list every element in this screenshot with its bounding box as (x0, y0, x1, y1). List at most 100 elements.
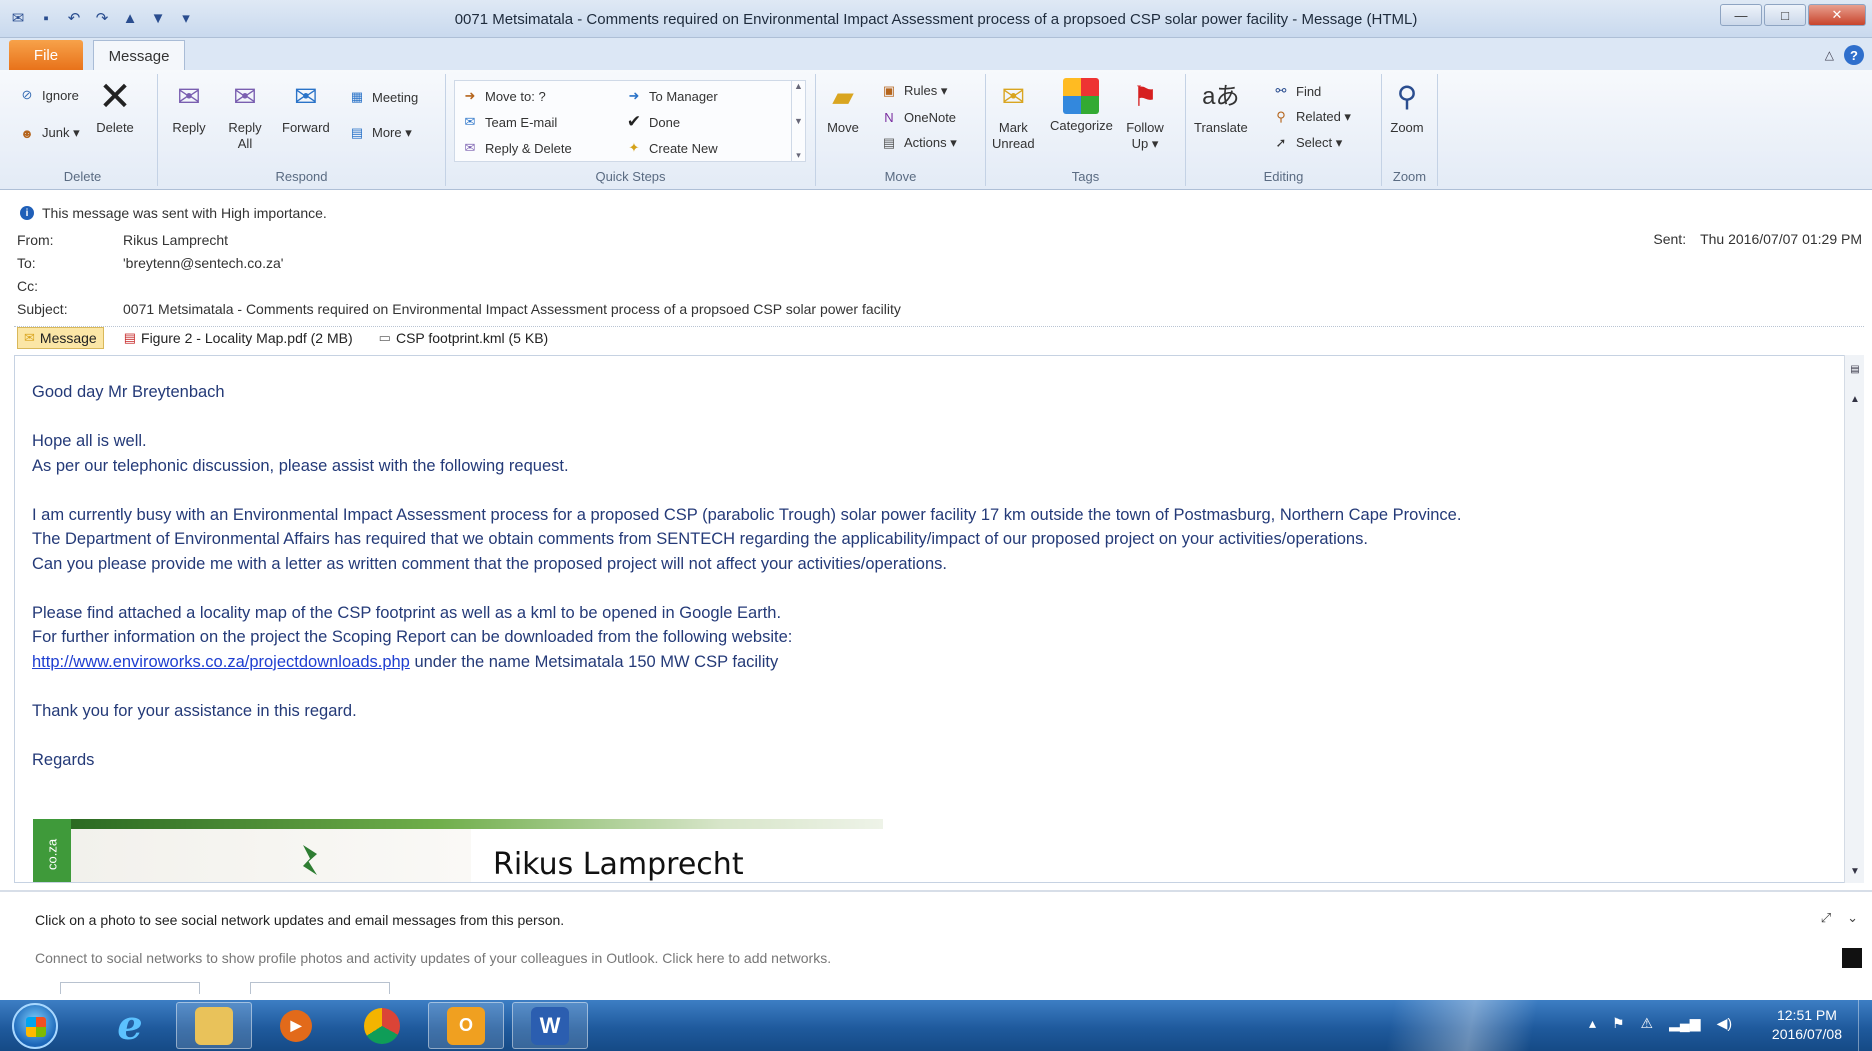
tab-file[interactable]: File (9, 40, 83, 70)
signature-name: Rikus Lamprecht (493, 847, 744, 882)
message-body[interactable]: Good day Mr Breytenbach Hope all is well… (14, 355, 1850, 883)
quick-step-done[interactable]: ✔ Done (625, 112, 680, 131)
doc-icon[interactable]: ▤ (1847, 361, 1863, 377)
more-respond-button[interactable]: ▤ More ▾ (348, 124, 412, 142)
chevron-down-icon[interactable]: ⌄ (1847, 910, 1858, 926)
regards-line: Regards (32, 750, 95, 769)
attachment-message[interactable]: ✉ Message (17, 327, 104, 349)
windows-logo-icon (26, 1017, 46, 1037)
signal-icon[interactable]: ▂▄▆ (1669, 1015, 1700, 1032)
internet-explorer-button[interactable]: e (92, 1002, 168, 1049)
find-button[interactable]: ⚯ Find (1272, 82, 1322, 100)
create-new-icon: ✦ (628, 140, 640, 155)
chrome-icon (364, 1007, 400, 1044)
pdf-icon: ▤ (123, 330, 137, 345)
quick-steps-group: ➜ Move to: ? ✉ Team E-mail ✉ Reply & Del… (446, 74, 816, 186)
quick-step-team-email[interactable]: ✉ Team E-mail (461, 113, 558, 131)
scroll-up-icon[interactable]: ▲ (794, 81, 803, 91)
explorer-button[interactable] (176, 1002, 252, 1049)
more-icon: ▤ (350, 125, 364, 140)
add-networks-link[interactable]: Connect to social networks to show profi… (35, 950, 831, 966)
team-email-icon: ✉ (464, 114, 476, 129)
word-icon: W (531, 1006, 569, 1045)
attachment-kml[interactable]: ▭ CSP footprint.kml (5 KB) (373, 328, 555, 348)
people-thumbnail[interactable] (1842, 948, 1862, 968)
quick-step-to-manager[interactable]: ➜ To Manager (625, 87, 718, 105)
related-button[interactable]: ⚲ Related ▾ (1272, 108, 1351, 126)
email-signature: co.za Rikus Lamprecht (33, 819, 883, 882)
window-controls: — □ ✕ (1720, 4, 1866, 26)
signature-background (71, 829, 471, 882)
delete-button[interactable]: ✕ Delete (96, 77, 134, 136)
link-line: http://www.enviroworks.co.za/projectdown… (32, 652, 779, 671)
quick-step-reply-delete[interactable]: ✉ Reply & Delete (461, 139, 572, 157)
people-tab[interactable] (60, 982, 200, 994)
rules-button[interactable]: ▣ Rules ▾ (880, 82, 948, 100)
people-tab[interactable] (250, 982, 390, 994)
clock-date: 2016/07/08 (1771, 1026, 1842, 1042)
group-label-delete: Delete (63, 169, 102, 184)
categorize-button[interactable]: Categorize (1050, 78, 1113, 134)
quick-steps-gallery: ➜ Move to: ? ✉ Team E-mail ✉ Reply & Del… (454, 80, 806, 162)
junk-button[interactable]: ☻ Junk ▾ (18, 124, 79, 142)
outlook-taskbar-button[interactable]: O (428, 1002, 504, 1049)
body-line: As per our telephonic discussion, please… (32, 456, 569, 475)
categorize-icon (1063, 78, 1100, 114)
group-label-zoom: Zoom (1392, 169, 1427, 184)
quick-steps-scroll[interactable]: ▲ ▼ ▾ (791, 81, 805, 161)
zoom-button[interactable]: ⚲ Zoom (1388, 78, 1426, 136)
tab-message[interactable]: Message (93, 40, 185, 71)
minimize-ribbon-icon[interactable]: △ (1825, 48, 1834, 62)
internet-explorer-icon: e (117, 1002, 143, 1049)
from-value[interactable]: Rikus Lamprecht (123, 232, 228, 248)
start-button[interactable] (12, 1003, 58, 1049)
sent-value: Thu 2016/07/07 01:29 PM (1700, 231, 1862, 247)
help-icon[interactable]: ? (1844, 45, 1864, 65)
reply-all-icon: ✉ (233, 81, 257, 112)
project-downloads-link[interactable]: http://www.enviroworks.co.za/projectdown… (32, 653, 410, 671)
ribbon-tabs: File Message △ ? (0, 38, 1872, 71)
taskbar: e ▶ O W ▴ ⚑ ⚠ ▂▄▆ ◀) 12:51 PM 2016/07/08 (0, 1000, 1872, 1051)
action-center-flag-icon[interactable]: ⚑ (1612, 1015, 1625, 1032)
clock[interactable]: 12:51 PM 2016/07/08 (1772, 1006, 1842, 1044)
select-button[interactable]: ➚ Select ▾ (1272, 134, 1343, 152)
minimize-button[interactable]: — (1720, 4, 1762, 26)
attachment-pdf[interactable]: ▤ Figure 2 - Locality Map.pdf (2 MB) (118, 328, 359, 348)
expand-gallery-icon[interactable]: ▾ (796, 150, 801, 161)
mark-unread-button[interactable]: ✉ Mark Unread (992, 78, 1035, 152)
body-line: For further information on the project t… (32, 628, 793, 646)
scroll-down-icon[interactable]: ▼ (1847, 863, 1863, 879)
media-player-button[interactable]: ▶ (258, 1002, 334, 1049)
body-scrollbar[interactable]: ▤ ▲ ▼ (1844, 355, 1864, 883)
tray-expand-icon[interactable]: ▴ (1589, 1015, 1596, 1032)
network-warning-icon[interactable]: ⚠ (1641, 1015, 1654, 1032)
expand-icon[interactable]: ⤢ (1821, 910, 1831, 926)
show-desktop-button[interactable] (1858, 1000, 1872, 1051)
close-button[interactable]: ✕ (1808, 4, 1866, 26)
word-taskbar-button[interactable]: W (512, 1002, 588, 1049)
scroll-up-icon[interactable]: ▲ (1847, 391, 1863, 407)
ignore-button[interactable]: ⊘ Ignore (18, 86, 79, 104)
forward-button[interactable]: ✉ Forward (282, 78, 330, 136)
move-to-icon: ➜ (464, 88, 476, 103)
move-button[interactable]: ▰ Move (824, 78, 862, 136)
quick-step-move-to[interactable]: ➜ Move to: ? (461, 87, 546, 105)
maximize-button[interactable]: □ (1764, 4, 1806, 26)
system-tray: ▴ ⚑ ⚠ ▂▄▆ ◀) (1589, 1015, 1732, 1032)
scroll-down-icon[interactable]: ▼ (794, 116, 803, 126)
volume-icon[interactable]: ◀) (1717, 1015, 1732, 1032)
to-value[interactable]: 'breytenn@sentech.co.za' (123, 255, 283, 271)
actions-button[interactable]: ▤ Actions ▾ (880, 134, 957, 152)
follow-up-button[interactable]: ⚑ Follow Up ▾ (1126, 78, 1164, 152)
chrome-button[interactable] (344, 1002, 420, 1049)
reply-all-button[interactable]: ✉ Reply All (226, 78, 264, 152)
flag-icon: ⚑ (1132, 81, 1158, 112)
translate-button[interactable]: aあ Translate (1194, 78, 1248, 136)
reply-button[interactable]: ✉ Reply (170, 78, 208, 136)
quick-step-create-new[interactable]: ✦ Create New (625, 139, 718, 157)
onenote-button[interactable]: N OneNote (880, 108, 956, 126)
people-pane-hint: Click on a photo to see social network u… (35, 912, 565, 928)
meeting-button[interactable]: ▦ Meeting (348, 88, 418, 106)
tags-group: ✉ Mark Unread Categorize ⚑ Follow Up ▾ T… (986, 74, 1186, 186)
signature-side-banner: co.za (33, 819, 71, 882)
